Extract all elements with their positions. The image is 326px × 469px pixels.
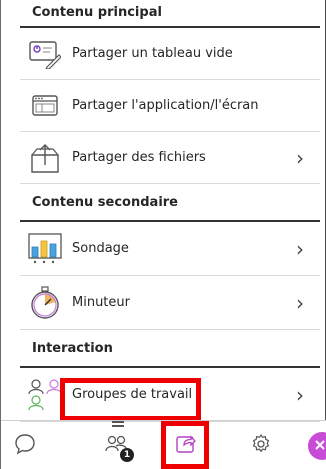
whiteboard-icon — [28, 37, 62, 71]
item-label: Partager l'application/l'écran — [72, 98, 259, 113]
chat-icon — [14, 433, 36, 459]
settings-button[interactable] — [241, 421, 281, 469]
section-header-main: Contenu principal — [20, 0, 320, 28]
attendees-button[interactable]: 1 — [97, 421, 137, 469]
drag-handle-icon[interactable] — [112, 421, 124, 427]
chat-button[interactable] — [1, 421, 49, 469]
collapse-panel-button[interactable] — [305, 421, 326, 469]
item-label: Minuteur — [72, 295, 130, 310]
poll-item[interactable]: Sondage › — [20, 222, 320, 276]
timer-item[interactable]: Minuteur › — [20, 276, 320, 330]
item-label: Partager des fichiers — [72, 150, 206, 165]
share-content-panel: Contenu principal Partager un tableau vi… — [20, 0, 320, 422]
breakout-groups-icon — [28, 378, 62, 412]
section-header-secondary: Contenu secondaire — [20, 184, 320, 222]
file-box-icon — [28, 141, 62, 175]
stopwatch-icon — [28, 285, 62, 320]
chevron-right-icon: › — [296, 145, 304, 170]
item-label: Partager un tableau vide — [72, 46, 233, 61]
item-label: Sondage — [72, 241, 129, 256]
section-header-interaction: Interaction — [20, 330, 320, 368]
share-files-item[interactable]: Partager des fichiers › — [20, 132, 320, 184]
attendees-count-badge: 1 — [120, 447, 134, 462]
chevron-right-icon: › — [296, 236, 304, 261]
highlight-box-share — [161, 421, 209, 469]
chevron-right-icon: › — [296, 290, 304, 315]
collapse-icon — [305, 421, 326, 469]
app-window-icon — [28, 89, 62, 123]
attendees-icon: 1 — [103, 432, 134, 462]
poll-chart-icon — [28, 232, 62, 266]
share-application-item[interactable]: Partager l'application/l'écran — [20, 80, 320, 132]
chevron-right-icon: › — [296, 382, 304, 407]
share-whiteboard-item[interactable]: Partager un tableau vide — [20, 28, 320, 80]
settings-icon — [250, 433, 272, 459]
highlight-box-groups — [60, 378, 201, 421]
